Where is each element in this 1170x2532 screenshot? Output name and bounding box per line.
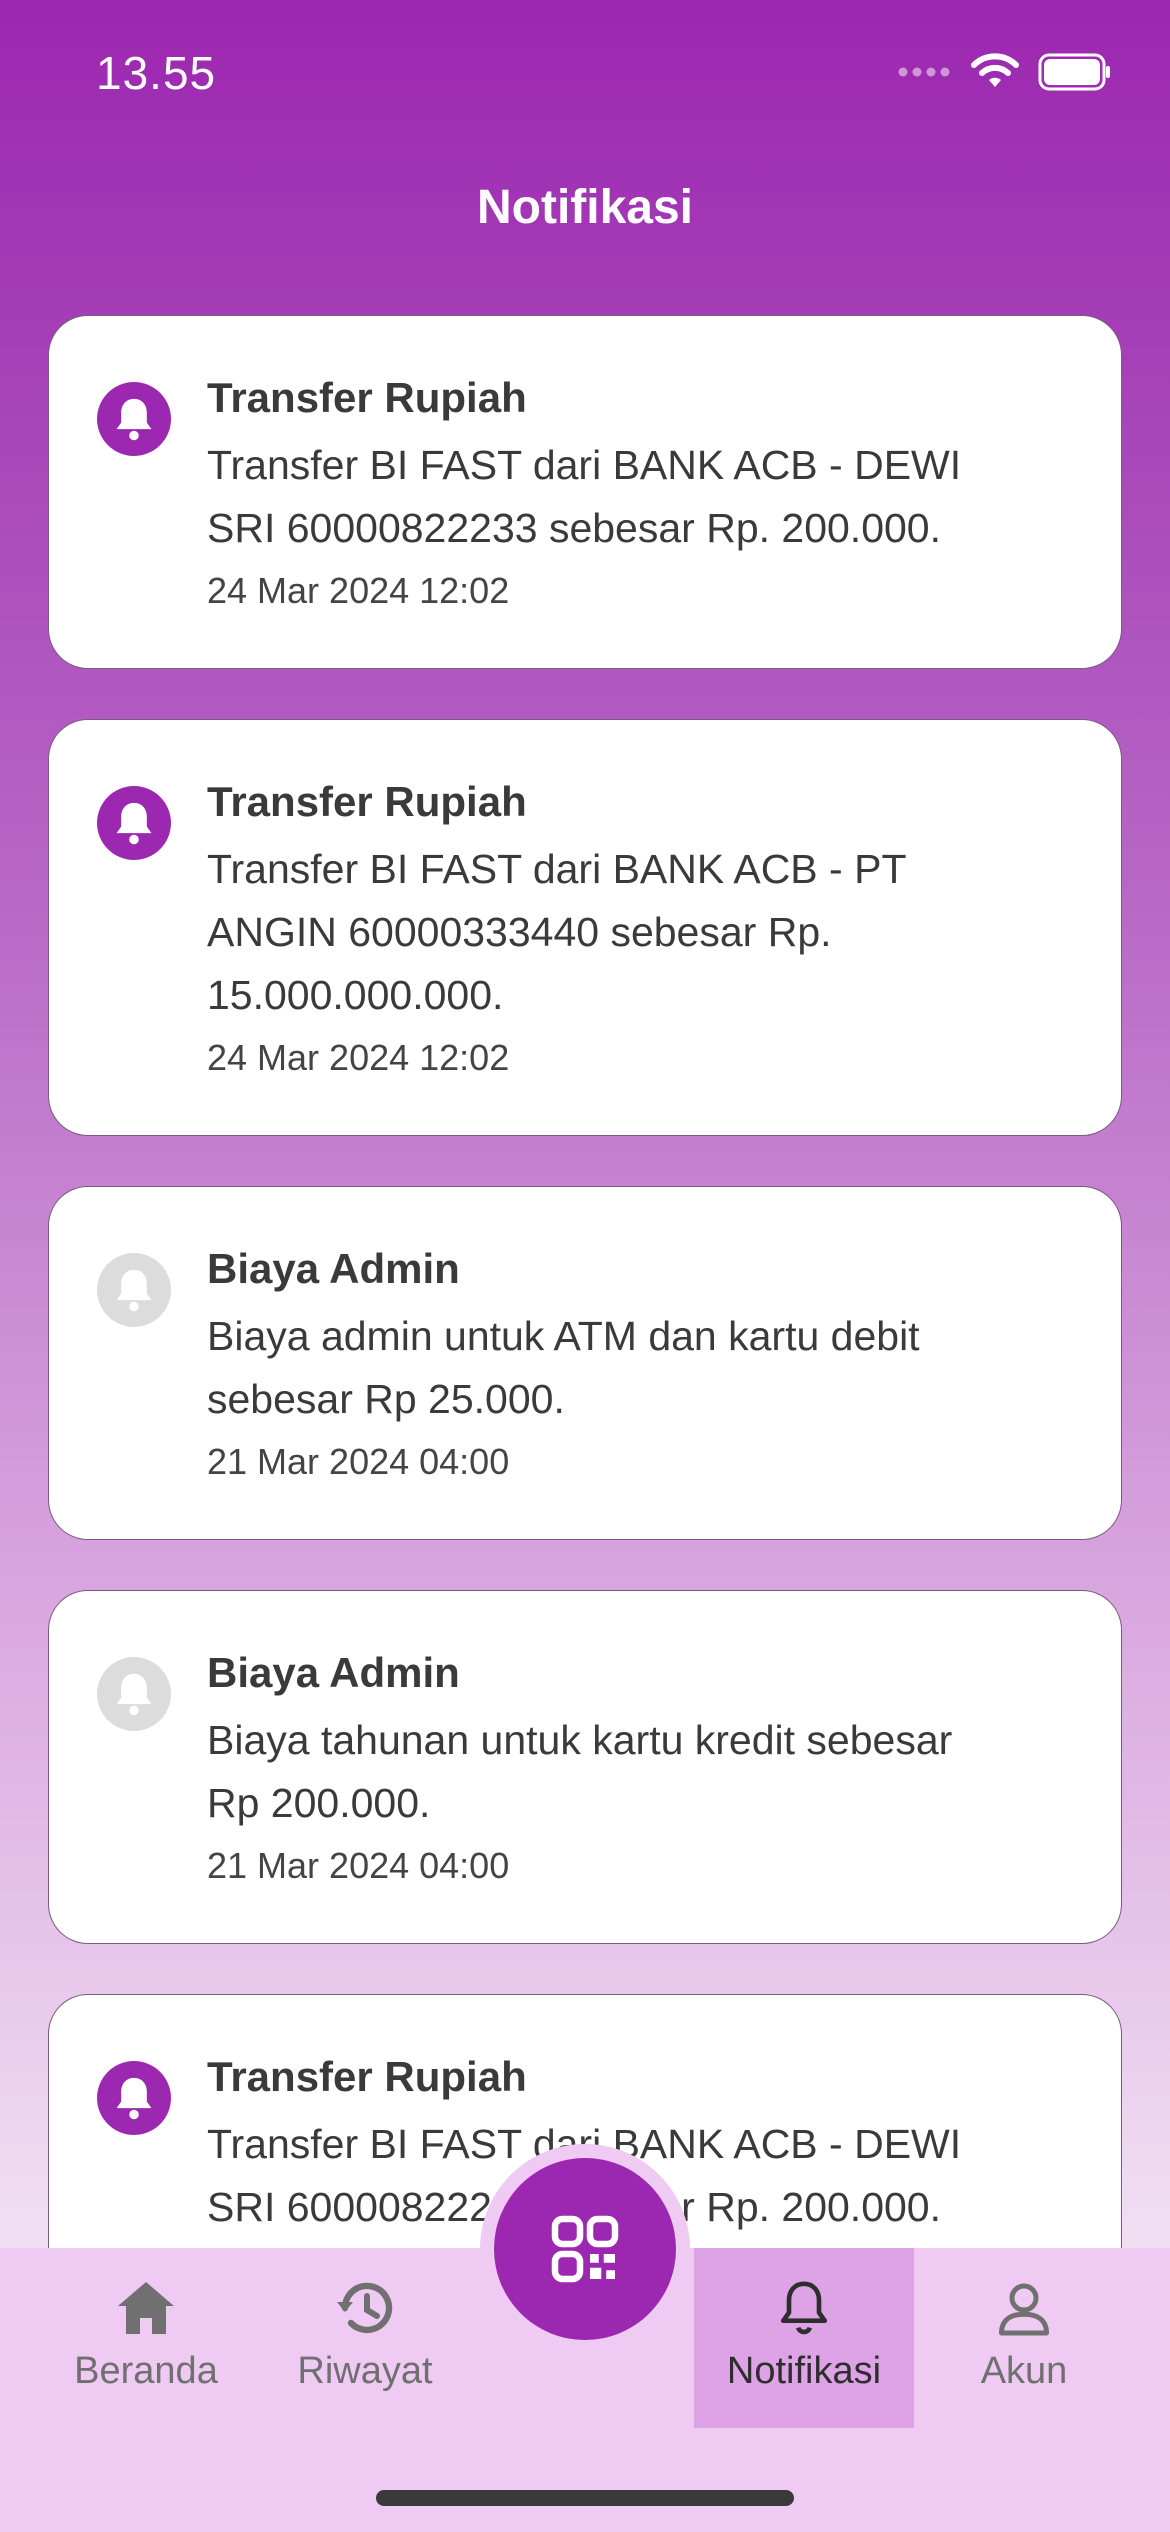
- home-indicator: [376, 2490, 794, 2506]
- notification-bell-icon: [97, 1657, 171, 1731]
- notification-bell-icon: [97, 786, 171, 860]
- nav-label: Riwayat: [297, 2350, 433, 2392]
- history-icon: [337, 2282, 393, 2334]
- notification-title: Transfer Rupiah: [207, 778, 527, 825]
- message-line: SRI 60000822233 sebesar Rp. 200.000.: [207, 505, 941, 551]
- notification-bell-icon: [97, 382, 171, 456]
- message-line: Biaya admin untuk ATM dan kartu debit: [207, 1313, 920, 1359]
- notification-bell-icon: [97, 1253, 171, 1327]
- status-icons: [898, 52, 1112, 92]
- notification-card[interactable]: Transfer Rupiah Transfer BI FAST dari BA…: [48, 315, 1122, 669]
- notification-list[interactable]: Transfer Rupiah Transfer BI FAST dari BA…: [48, 315, 1122, 2344]
- notification-card[interactable]: Biaya Admin Biaya tahunan untuk kartu kr…: [48, 1590, 1122, 1944]
- nav-label: Akun: [980, 2350, 1068, 2392]
- notification-timestamp: 21 Mar 2024 04:00: [207, 1441, 510, 1482]
- notification-title: Transfer Rupiah: [207, 374, 527, 421]
- notification-bell-icon: [97, 2061, 171, 2135]
- notification-title: Transfer Rupiah: [207, 2053, 527, 2100]
- message-line: Transfer BI FAST dari BANK ACB - DEWI: [207, 442, 962, 488]
- signal-icon: [898, 67, 950, 77]
- nav-item-akun[interactable]: Akun: [914, 2248, 1134, 2428]
- notification-message: Biaya tahunan untuk kartu kredit sebesar…: [207, 1709, 1061, 1835]
- wifi-icon: [971, 53, 1019, 87]
- notification-timestamp: 24 Mar 2024 12:02: [207, 1037, 510, 1078]
- message-line: sebesar Rp 25.000.: [207, 1376, 565, 1422]
- nav-label: Notifikasi: [726, 2350, 882, 2392]
- message-line: Transfer BI FAST dari BANK ACB - PT: [207, 846, 907, 892]
- battery-icon: [1038, 53, 1110, 91]
- message-line: 15.000.000.000.: [207, 972, 504, 1018]
- home-icon: [118, 2282, 174, 2334]
- nav-item-beranda[interactable]: Beranda: [36, 2248, 256, 2428]
- notification-title: Biaya Admin: [207, 1245, 460, 1292]
- message-line: Rp 200.000.: [207, 1780, 431, 1826]
- message-line: Biaya tahunan untuk kartu kredit sebesar: [207, 1717, 953, 1763]
- notification-card[interactable]: Transfer Rupiah Transfer BI FAST dari BA…: [48, 719, 1122, 1136]
- notification-message: Transfer BI FAST dari BANK ACB - PT ANGI…: [207, 838, 1061, 1027]
- status-bar: 13.55: [0, 0, 1170, 150]
- message-line: ANGIN 60000333440 sebesar Rp.: [207, 909, 832, 955]
- notification-message: Biaya admin untuk ATM dan kartu debit se…: [207, 1305, 1061, 1431]
- nav-item-notifikasi[interactable]: Notifikasi: [694, 2248, 914, 2428]
- notification-timestamp: 24 Mar 2024 12:02: [207, 570, 510, 611]
- qr-scan-button[interactable]: [494, 2158, 676, 2340]
- notification-message: Transfer BI FAST dari BANK ACB - DEWI SR…: [207, 434, 1061, 560]
- bell-icon: [780, 2281, 828, 2335]
- user-icon: [999, 2283, 1049, 2336]
- notification-timestamp: 21 Mar 2024 04:00: [207, 1845, 510, 1886]
- nav-item-riwayat[interactable]: Riwayat: [255, 2248, 475, 2428]
- status-time: 13.55: [96, 47, 217, 99]
- qr-code-icon: [551, 2215, 619, 2283]
- page-title: Notifikasi: [476, 181, 694, 234]
- notification-card[interactable]: Biaya Admin Biaya admin untuk ATM dan ka…: [48, 1186, 1122, 1540]
- nav-label: Beranda: [74, 2350, 218, 2392]
- notification-title: Biaya Admin: [207, 1649, 460, 1696]
